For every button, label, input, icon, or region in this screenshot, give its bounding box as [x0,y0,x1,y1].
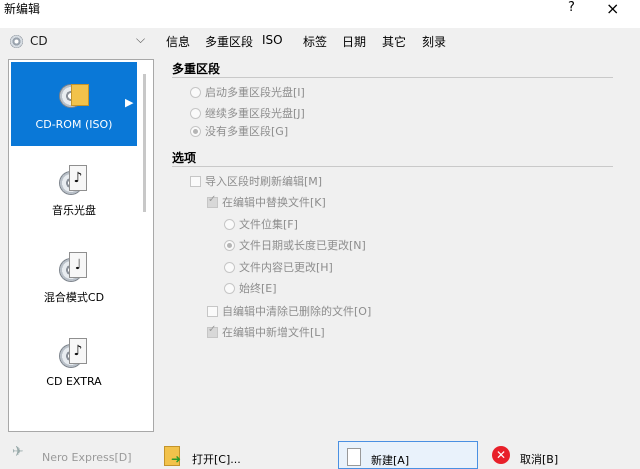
checkbox-remove-deleted[interactable] [207,306,218,317]
title-bar [0,0,640,28]
nero-express-button[interactable]: ✈ Nero Express[D] [8,440,148,468]
radio-continue-multisession[interactable] [190,108,201,119]
selected-arrow-icon: ▶ [125,96,134,109]
new-button[interactable]: 新建[A] [338,441,478,469]
radio-start-multisession[interactable] [190,87,201,98]
radio-label: 启动多重区段光盘[I] [205,86,305,99]
radio-no-multisession[interactable] [190,126,201,137]
window-title: 新编辑 [4,2,41,16]
radio-label: 文件内容已更改[H] [239,261,333,274]
cancel-x-icon: ✕ [492,446,510,464]
mixed-mode-cd-icon: ♩ [59,252,89,282]
checkbox-label: 自编辑中清除已删除的文件[O] [222,305,372,318]
help-button[interactable]: ? [568,0,575,15]
tab-iso[interactable]: ISO [262,33,283,47]
new-document-icon [347,448,361,466]
scrollbar-thumb[interactable] [143,74,146,212]
source-dropdown-value: CD [30,34,48,48]
checkbox-add-new-files[interactable] [207,324,218,338]
checkbox-label: 在编辑中替换文件[K] [222,196,326,209]
radio-replace-file-bits[interactable] [224,219,235,230]
tab-burn[interactable]: 刻录 [422,33,446,50]
radio-label: 继续多重区段光盘[J] [205,107,305,120]
arrow-icon: ➜ [171,452,182,466]
project-item-mixed-mode-cd[interactable]: ♩ 混合模式CD [11,244,137,328]
tab-info[interactable]: 信息 [166,33,190,50]
project-item-cdrom-iso[interactable]: ▶ CD-ROM (ISO) [11,62,137,146]
nero-express-label: Nero Express[D] [42,451,132,464]
cancel-button[interactable]: ✕ 取消[B] [488,440,638,468]
radio-label: 文件日期或长度已更改[N] [239,239,366,252]
checkbox-replace-files[interactable] [207,194,218,208]
music-disc-icon: ♪ [59,165,89,195]
radio-replace-date-length[interactable] [224,240,235,251]
project-item-cd-extra[interactable]: ♪ CD EXTRA [11,330,137,414]
tab-misc[interactable]: 其它 [382,33,406,50]
radio-replace-always[interactable] [224,283,235,294]
cd-extra-icon: ♪ [59,338,89,368]
checkbox-label: 在编辑中新增文件[L] [222,326,325,339]
tab-multisession[interactable]: 多重区段 [205,33,253,50]
chevron-down-icon: ⌵ [136,32,146,46]
radio-label: 始终[E] [239,282,277,295]
checkbox-label: 导入区段时刷新编辑[M] [205,175,323,188]
radio-label: 文件位集[F] [239,218,298,231]
section-divider [172,77,613,78]
cancel-button-label: 取消[B] [520,453,559,466]
radio-replace-content[interactable] [224,262,235,273]
tab-label[interactable]: 标签 [303,33,327,50]
open-button[interactable]: ➜ 打开[C]... [158,440,328,468]
close-button[interactable]: × [606,0,619,18]
nero-express-icon: ✈ [12,444,24,460]
multisession-section-title: 多重区段 [172,62,221,76]
disc-icon [10,35,23,48]
cdrom-iso-icon [59,78,89,108]
checkbox-refresh-on-import[interactable] [190,176,201,187]
project-item-label: 音乐光盘 [52,204,96,217]
project-item-music-disc[interactable]: ♪ 音乐光盘 [11,157,137,241]
project-item-label: CD EXTRA [46,375,102,388]
section-divider [172,166,613,167]
project-type-list[interactable]: ▶ CD-ROM (ISO) ♪ 音乐光盘 ♩ 混合模式CD ♪ CD EXTR… [8,59,154,432]
radio-label: 没有多重区段[G] [205,125,289,138]
open-button-label: 打开[C]... [192,453,241,466]
vertical-scrollbar[interactable] [140,60,152,431]
source-dropdown[interactable]: CD ⌵ [8,32,150,52]
project-item-label: 混合模式CD [43,291,105,304]
options-section-title: 选项 [172,151,197,165]
project-item-label: CD-ROM (ISO) [35,118,113,131]
tab-date[interactable]: 日期 [342,33,366,50]
